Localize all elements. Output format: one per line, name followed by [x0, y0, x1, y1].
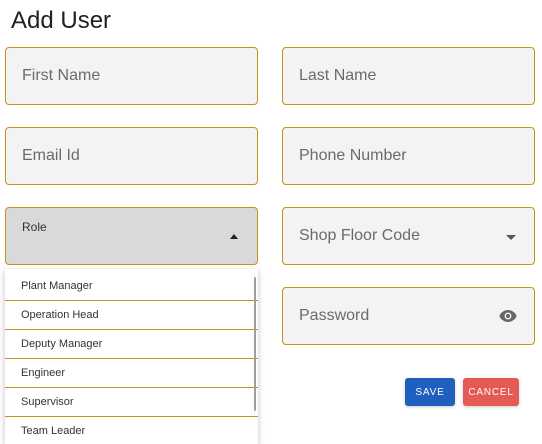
caret-up-icon[interactable]	[230, 234, 238, 239]
role-option[interactable]: Team Leader	[5, 417, 258, 444]
phone-placeholder: Phone Number	[299, 147, 407, 164]
shop-floor-code-placeholder: Shop Floor Code	[299, 227, 420, 244]
role-dropdown-menu: Plant Manager Operation Head Deputy Mana…	[5, 269, 258, 444]
first-name-field[interactable]: First Name	[5, 47, 258, 105]
role-option[interactable]: Engineer	[5, 359, 258, 388]
eye-icon[interactable]	[499, 309, 517, 323]
cancel-button[interactable]: CANCEL	[463, 378, 519, 406]
last-name-field[interactable]: Last Name	[282, 47, 535, 105]
phone-field[interactable]: Phone Number	[282, 127, 535, 185]
save-button[interactable]: SAVE	[405, 378, 455, 406]
password-placeholder: Password	[299, 307, 370, 324]
dropdown-scrollbar[interactable]	[254, 277, 256, 411]
password-field[interactable]: Password	[282, 287, 535, 345]
role-select[interactable]: Role	[5, 207, 258, 265]
role-option[interactable]: Deputy Manager	[5, 330, 258, 359]
role-option[interactable]: Supervisor	[5, 388, 258, 417]
role-option[interactable]: Operation Head	[5, 301, 258, 330]
first-name-placeholder: First Name	[22, 67, 101, 84]
email-field[interactable]: Email Id	[5, 127, 258, 185]
email-placeholder: Email Id	[22, 147, 80, 164]
caret-down-icon[interactable]	[506, 235, 516, 240]
last-name-placeholder: Last Name	[299, 67, 377, 84]
role-label: Role	[22, 220, 47, 234]
page-title: Add User	[11, 7, 112, 34]
role-option[interactable]: Plant Manager	[5, 272, 258, 301]
shop-floor-code-select[interactable]: Shop Floor Code	[282, 207, 535, 265]
